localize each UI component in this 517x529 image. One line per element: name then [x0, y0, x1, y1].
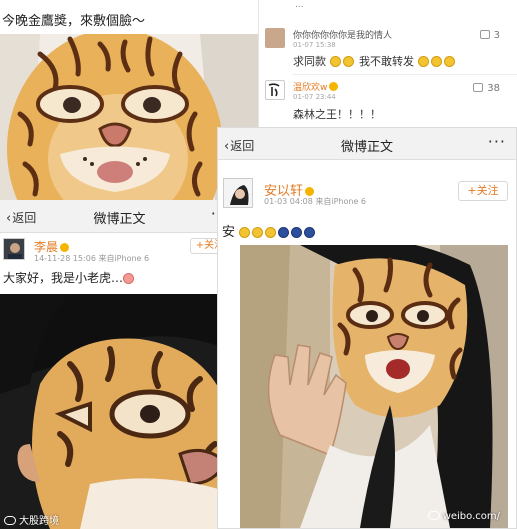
tiger-mask-woman-image [240, 245, 508, 528]
thumbs-up-icon [479, 30, 490, 39]
moon-emoji-icon [278, 227, 290, 238]
like-count: 3 [493, 30, 500, 41]
calligraphy-avatar-icon [268, 83, 280, 97]
emoji-icon [417, 56, 429, 67]
verified-badge-icon [329, 82, 339, 91]
comment-item: 温欣欢w 01-07 23:44 森林之王！！！！ 38 [259, 76, 517, 126]
divider [293, 74, 517, 75]
thumbs-up-icon [473, 83, 484, 92]
comment-body: 森林之王！！！！ [293, 108, 381, 121]
emoji-icon [239, 227, 251, 238]
brand-logo-icon [4, 516, 16, 525]
like-count: 38 [487, 83, 500, 94]
comment-text: 求同款 [293, 55, 326, 68]
weibo-watermark: weibo.com/ [427, 511, 500, 522]
emoji-icon [252, 227, 264, 238]
page-title: 微博正文 [93, 212, 146, 227]
weibo-logo-icon [427, 511, 440, 520]
like-button[interactable]: 38 [473, 83, 500, 94]
emoji-icon [342, 56, 354, 67]
comment-date: 01-07 23:44 [293, 93, 336, 101]
page-title: 微博正文 [340, 140, 393, 155]
more-menu-button[interactable]: ··· [488, 132, 506, 151]
nav-bar: ‹返回 微博正文 ··· [0, 200, 239, 233]
comment-quote: 你你你你你你是我的情人 [293, 31, 393, 41]
tiger-mask-man-image [0, 294, 240, 529]
commenter-avatar[interactable] [265, 80, 285, 100]
emoji-icon [123, 273, 135, 284]
comment-text-suffix: 我不敢转发 [359, 55, 414, 68]
verified-badge-icon [60, 243, 70, 252]
comment-user[interactable]: 温欣欢w [293, 80, 339, 93]
comment-body: 求同款 我不敢转发 [293, 53, 457, 69]
emoji-icon [265, 227, 277, 238]
moon-emoji-icon [304, 227, 316, 238]
post-caption: 今晚金鷹獎，來敷個臉～ [2, 14, 146, 29]
post-an-yixuan: ‹返回 微博正文 ··· 安以轩 01-03 04:08 来自iPhone 6 … [217, 127, 517, 529]
avatar[interactable] [3, 238, 25, 260]
moon-emoji-icon [291, 227, 303, 238]
post-text: 安 [222, 221, 317, 240]
collage: 今晚金鷹獎，來敷個臉～ ... 你你你你你你是我的情人 01-07 15:38 … [0, 0, 517, 529]
comment-item: 你你你你你你是我的情人 01-07 15:38 求同款 我不敢转发 3 [259, 22, 517, 72]
follow-button[interactable]: +关注 [458, 181, 508, 201]
avatar[interactable] [223, 178, 253, 208]
comment-date: 01-07 15:38 [293, 41, 336, 49]
emoji-icon [430, 56, 442, 67]
avatar-image [4, 239, 24, 259]
post-text: 大家好，我是小老虎… [3, 269, 136, 286]
emoji-icon [443, 56, 455, 67]
post-meta: 14-11-28 15:06 来自iPhone 6 [34, 254, 150, 263]
verified-badge-icon [305, 187, 315, 196]
like-button[interactable]: 3 [479, 30, 500, 41]
post-li-chen: ‹返回 微博正文 ··· 李晨 14-11-28 15:06 来自iPhone … [0, 200, 240, 529]
watermark: 大股跨境 [4, 512, 59, 527]
post-meta: 01-03 04:08 来自iPhone 6 [264, 197, 367, 206]
comments-panel: ... 你你你你你你是我的情人 01-07 15:38 求同款 我不敢转发 3 … [258, 0, 517, 128]
commenter-avatar[interactable] [265, 28, 285, 48]
truncated-comment: ... [295, 0, 304, 10]
post-photo[interactable]: 大股跨境 [0, 294, 240, 529]
post-photo[interactable]: weibo.com/ [240, 245, 508, 528]
nav-bar: ‹返回 微博正文 ··· [218, 128, 516, 160]
emoji-icon [329, 56, 341, 67]
avatar-image [224, 179, 252, 207]
